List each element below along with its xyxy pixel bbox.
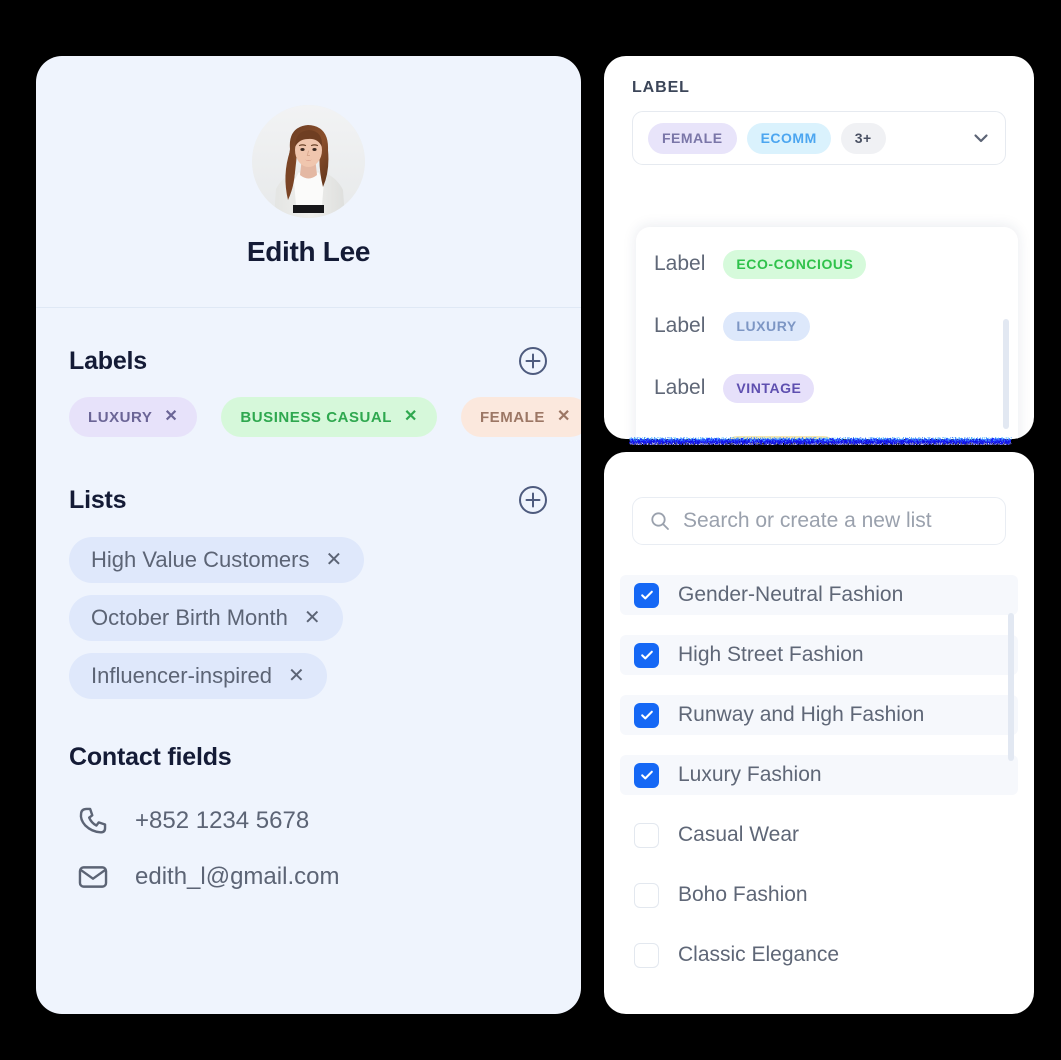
label-chip[interactable]: BUSINESS CASUAL ✕ xyxy=(221,397,437,437)
label-dropdown-scrollbar[interactable] xyxy=(1003,319,1009,429)
list-search-field[interactable]: Search or create a new list xyxy=(632,497,1006,545)
list-option-row[interactable]: Luxury Fashion xyxy=(620,755,1018,795)
contact-phone-value: +852 1234 5678 xyxy=(135,807,310,834)
add-label-button[interactable] xyxy=(518,346,548,376)
selected-label-chip[interactable]: ECOMM xyxy=(746,122,831,154)
list-option-checkbox[interactable] xyxy=(634,762,659,788)
check-icon xyxy=(640,770,653,780)
list-chip-text: High Value Customers xyxy=(91,547,310,572)
label-option-tag: VINTAGE xyxy=(723,373,815,403)
list-option-label: Casual Wear xyxy=(678,823,799,846)
render-artifact-band xyxy=(629,434,1012,445)
list-option-checkbox[interactable] xyxy=(634,642,659,668)
list-option-row[interactable]: Runway and High Fashion xyxy=(620,695,1018,735)
close-icon[interactable]: ✕ xyxy=(304,608,321,628)
selected-label-overflow-count[interactable]: 3+ xyxy=(840,122,886,154)
list-option-row[interactable]: Casual Wear xyxy=(620,815,1018,855)
check-icon xyxy=(640,710,653,720)
search-icon xyxy=(651,512,669,530)
lists-section-header: Lists xyxy=(36,485,581,515)
check-icon xyxy=(640,650,653,660)
label-chip-text: BUSINESS CASUAL xyxy=(240,408,392,426)
list-option-row[interactable]: Classic Elegance xyxy=(620,935,1018,975)
label-option-prefix: Label xyxy=(654,252,706,275)
labels-chip-row: LUXURY ✕ BUSINESS CASUAL ✕ FEMALE ✕ xyxy=(36,397,581,437)
label-panel-body: LABEL FEMALE ECOMM 3+ xyxy=(604,56,1034,165)
close-icon[interactable]: ✕ xyxy=(325,550,342,570)
list-option-label: Luxury Fashion xyxy=(678,763,822,786)
label-option-row[interactable]: Label VINTAGE xyxy=(636,357,1018,419)
list-options-container: Gender-Neutral Fashion High Street Fashi… xyxy=(604,575,1034,975)
lists-title: Lists xyxy=(69,485,127,514)
add-list-button[interactable] xyxy=(518,485,548,515)
list-option-label: Classic Elegance xyxy=(678,943,840,966)
list-option-label: Gender-Neutral Fashion xyxy=(678,583,904,606)
label-options-dropdown[interactable]: Label ECO-CONCIOUS Label LUXURY Label VI… xyxy=(636,227,1018,439)
label-selector-panel: LABEL FEMALE ECOMM 3+ Label ECO-CONCIOUS… xyxy=(604,56,1034,439)
close-icon[interactable]: ✕ xyxy=(164,409,178,425)
contact-phone-row[interactable]: +852 1234 5678 xyxy=(36,804,581,838)
list-chip[interactable]: October Birth Month ✕ xyxy=(69,595,343,641)
label-multiselect-field[interactable]: FEMALE ECOMM 3+ xyxy=(632,111,1006,165)
label-chip-text: LUXURY xyxy=(88,408,153,426)
label-chip[interactable]: FEMALE ✕ xyxy=(460,397,581,437)
list-option-checkbox[interactable] xyxy=(634,582,659,608)
label-option-row[interactable]: Label ECO-CONCIOUS xyxy=(636,233,1018,295)
contact-fields-title: Contact fields xyxy=(69,743,232,771)
list-option-checkbox[interactable] xyxy=(634,942,659,968)
profile-name: Edith Lee xyxy=(246,236,371,267)
close-icon[interactable]: ✕ xyxy=(557,409,571,425)
labels-section-header: Labels xyxy=(36,346,581,376)
list-option-checkbox[interactable] xyxy=(634,702,659,728)
label-chip-text: FEMALE xyxy=(479,408,545,426)
lists-chip-column: High Value Customers ✕ October Birth Mon… xyxy=(36,537,581,699)
labels-title: Labels xyxy=(69,346,147,375)
list-selector-panel: Search or create a new list Gender-Neutr… xyxy=(604,452,1034,1014)
profile-header: Edith Lee xyxy=(36,56,581,308)
label-chip[interactable]: LUXURY ✕ xyxy=(69,397,198,437)
list-option-label: Boho Fashion xyxy=(678,883,808,906)
label-option-prefix: Label xyxy=(654,376,706,399)
envelope-icon xyxy=(78,866,108,888)
list-option-row[interactable]: Gender-Neutral Fashion xyxy=(620,575,1018,615)
list-search-placeholder: Search or create a new list xyxy=(683,509,932,532)
phone-icon xyxy=(79,807,107,834)
list-option-checkbox[interactable] xyxy=(634,822,659,848)
list-chip[interactable]: Influencer-inspired ✕ xyxy=(69,653,327,699)
avatar xyxy=(252,105,365,218)
list-chip-text: October Birth Month xyxy=(91,605,288,630)
close-icon[interactable]: ✕ xyxy=(288,666,305,686)
list-option-label: High Street Fashion xyxy=(678,643,864,666)
list-option-label: Runway and High Fashion xyxy=(678,703,925,726)
check-icon xyxy=(640,590,653,600)
label-option-prefix: Label xyxy=(654,314,706,337)
list-option-row[interactable]: Boho Fashion xyxy=(620,875,1018,915)
selected-label-chip[interactable]: FEMALE xyxy=(648,122,737,154)
label-option-tag: LUXURY xyxy=(723,311,810,341)
list-chip-text: Influencer-inspired xyxy=(91,663,272,688)
label-option-row[interactable]: Label LUXURY xyxy=(636,295,1018,357)
close-icon[interactable]: ✕ xyxy=(404,409,418,425)
label-panel-kicker: LABEL xyxy=(632,79,690,96)
contact-email-row[interactable]: edith_l@gmail.com xyxy=(36,860,581,894)
list-chip[interactable]: High Value Customers ✕ xyxy=(69,537,365,583)
list-option-checkbox[interactable] xyxy=(634,882,659,908)
label-option-tag: ECO-CONCIOUS xyxy=(723,249,867,279)
chevron-down-icon[interactable] xyxy=(971,128,991,148)
contact-email-value: edith_l@gmail.com xyxy=(135,863,340,890)
list-option-row[interactable]: High Street Fashion xyxy=(620,635,1018,675)
contact-profile-card: Edith Lee Labels LUXURY ✕ BUSINESS CASUA… xyxy=(36,56,581,1014)
list-panel-scrollbar[interactable] xyxy=(1008,613,1014,761)
